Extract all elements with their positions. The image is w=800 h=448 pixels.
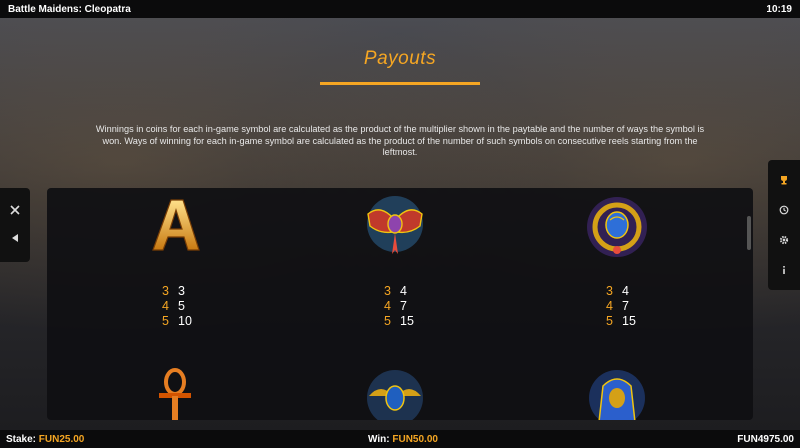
pay-row: 34 — [606, 284, 686, 299]
symbol-pharaoh — [585, 366, 655, 420]
pay-row: 33 — [162, 284, 242, 299]
ankh-icon — [159, 368, 191, 420]
win-display: Win: FUN50.00 — [368, 434, 438, 445]
letter-a-icon — [152, 199, 200, 251]
pay-value: 3 — [178, 284, 185, 298]
stake-value: FUN25.00 — [38, 434, 85, 445]
pay-count: 3 — [162, 284, 169, 298]
game-title: Battle Maidens: Cleopatra — [8, 3, 131, 15]
trophy-icon — [781, 176, 787, 185]
payout-description: Winnings in coins for each in-game symbo… — [95, 124, 705, 157]
winged-scarab-pendant-icon — [367, 196, 423, 254]
pay-count: 4 — [606, 299, 613, 313]
pay-row: 47 — [606, 299, 686, 314]
stake-label: Stake: — [6, 434, 37, 445]
symbol-a — [141, 192, 211, 262]
left-side-panel — [0, 188, 30, 262]
pay-value: 15 — [622, 314, 636, 328]
pay-row: 5 15 — [606, 314, 686, 329]
paytable-button[interactable] — [774, 170, 794, 190]
scarab-ring-icon — [587, 197, 647, 257]
pay-row: 34 — [384, 284, 464, 299]
symbol-winged-scarab-payouts: 34 47 5 15 — [384, 284, 464, 329]
winged-scarab-helmet-icon — [367, 370, 423, 420]
pay-count: 3 — [384, 284, 391, 298]
balance-value: FUN4975.00 — [737, 434, 794, 445]
pay-value: 10 — [178, 314, 192, 328]
close-button[interactable] — [5, 200, 25, 220]
page-title: Payouts — [363, 48, 437, 69]
pay-count: 5 — [606, 314, 613, 328]
symbol-winged-scarab-helmet — [363, 366, 433, 420]
win-label: Win: — [368, 434, 390, 445]
pay-value: 4 — [622, 284, 629, 298]
pay-row: 5 10 — [162, 314, 242, 329]
pay-value: 7 — [622, 299, 629, 313]
pay-row: 45 — [162, 299, 242, 314]
win-value: FUN50.00 — [392, 434, 438, 445]
pay-value: 4 — [400, 284, 407, 298]
back-arrow-icon — [12, 234, 18, 242]
bottom-bar: Stake: FUN25.00 Win: FUN50.00 FUN4975.00 — [0, 430, 800, 448]
pay-count: 5 — [162, 314, 169, 328]
symbol-winged-scarab — [360, 192, 430, 262]
scrollbar[interactable] — [747, 216, 751, 250]
pay-count: 3 — [606, 284, 613, 298]
info-button[interactable] — [774, 260, 794, 280]
pay-count: 4 — [162, 299, 169, 313]
history-button[interactable] — [774, 200, 794, 220]
right-side-panel — [768, 160, 800, 290]
pay-value: 7 — [400, 299, 407, 313]
pharaoh-mask-icon — [589, 370, 645, 420]
pay-count: 4 — [384, 299, 391, 313]
symbol-scarab-ring-payouts: 34 47 5 15 — [606, 284, 686, 329]
pay-count: 5 — [384, 314, 391, 328]
clock: 10:19 — [766, 3, 792, 15]
symbol-scarab-ring — [582, 192, 652, 262]
close-icon — [10, 205, 20, 215]
pay-value: 15 — [400, 314, 414, 328]
settings-button[interactable] — [774, 230, 794, 250]
pay-value: 5 — [178, 299, 185, 313]
title-area: Payouts — [0, 48, 800, 85]
settings-icon — [779, 235, 789, 245]
top-bar: Battle Maidens: Cleopatra 10:19 — [0, 0, 800, 18]
title-underline — [320, 82, 480, 85]
history-icon — [779, 205, 789, 215]
back-button[interactable] — [5, 228, 25, 248]
info-icon — [783, 266, 785, 274]
symbol-a-payouts: 33 45 5 10 — [162, 284, 242, 329]
stake-display: Stake: FUN25.00 — [6, 434, 84, 445]
symbol-ankh — [145, 366, 215, 420]
pay-row: 47 — [384, 299, 464, 314]
paytable-panel[interactable]: 33 45 5 10 34 47 5 15 34 47 5 15 — [47, 188, 753, 420]
pay-row: 5 15 — [384, 314, 464, 329]
